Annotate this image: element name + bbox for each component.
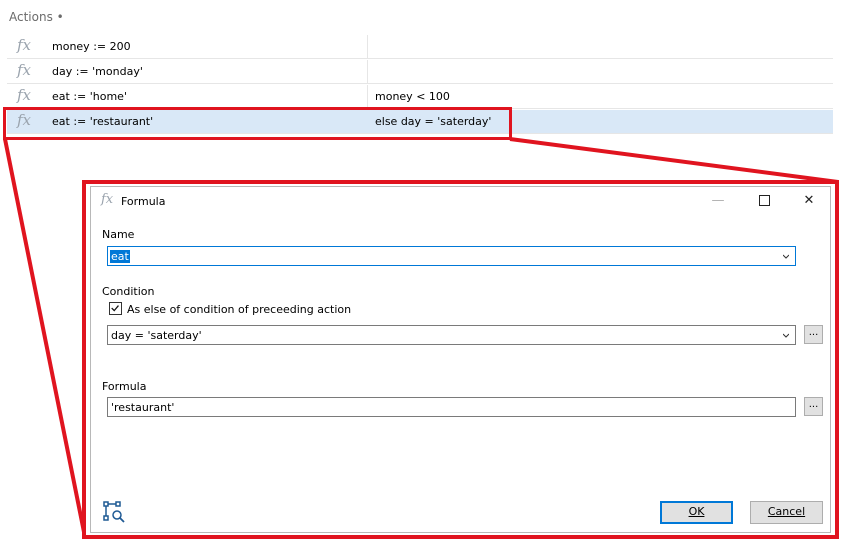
formula-label: Formula xyxy=(102,380,147,393)
condition-combobox[interactable]: day = 'saterday' xyxy=(107,325,796,345)
action-row[interactable]: fx money := 200 xyxy=(7,35,833,59)
ok-button[interactable]: OK xyxy=(660,501,733,524)
chevron-down-icon xyxy=(783,333,789,338)
column-divider xyxy=(367,85,368,108)
action-row[interactable]: fx day := 'monday' xyxy=(7,60,833,84)
column-divider xyxy=(367,60,368,83)
maximize-button[interactable] xyxy=(741,187,787,215)
formula-value: 'restaurant' xyxy=(111,401,175,414)
name-combobox[interactable]: eat xyxy=(107,246,796,266)
maximize-icon xyxy=(758,195,770,206)
else-checkbox[interactable] xyxy=(109,302,122,315)
cancel-label: Cancel xyxy=(767,505,806,518)
formula-ellipsis-button[interactable]: ... xyxy=(804,397,823,416)
close-button[interactable]: ✕ xyxy=(786,187,832,215)
ok-label: OK xyxy=(688,505,705,518)
action-formula: eat := 'home' xyxy=(52,90,127,103)
tree-search-icon[interactable] xyxy=(102,500,126,524)
condition-ellipsis-button[interactable]: ... xyxy=(804,325,823,344)
actions-title: Actions • xyxy=(9,10,64,24)
chevron-down-icon xyxy=(783,254,789,259)
column-divider xyxy=(367,35,368,58)
formula-dialog: fx Formula — ✕ Name eat Condition As els… xyxy=(90,186,831,533)
function-icon: fx xyxy=(101,192,114,207)
action-condition: money < 100 xyxy=(375,90,450,103)
action-formula: money := 200 xyxy=(52,40,131,53)
action-row[interactable]: fx eat := 'home' money < 100 xyxy=(7,85,833,109)
checkmark-icon xyxy=(111,305,119,312)
function-icon: fx xyxy=(17,61,32,79)
formula-input[interactable]: 'restaurant' xyxy=(107,397,796,417)
minimize-button[interactable]: — xyxy=(695,187,741,215)
name-label: Name xyxy=(102,228,135,241)
function-icon: fx xyxy=(17,86,32,104)
highlight-box xyxy=(3,107,512,140)
dialog-title: Formula xyxy=(121,195,166,208)
condition-value: day = 'saterday' xyxy=(111,329,202,342)
name-value: eat xyxy=(110,250,130,263)
else-checkbox-label[interactable]: As else of condition of preceeding actio… xyxy=(127,303,351,316)
function-icon: fx xyxy=(17,36,32,54)
cancel-button[interactable]: Cancel xyxy=(750,501,823,524)
action-formula: day := 'monday' xyxy=(52,65,143,78)
condition-label: Condition xyxy=(102,285,155,298)
